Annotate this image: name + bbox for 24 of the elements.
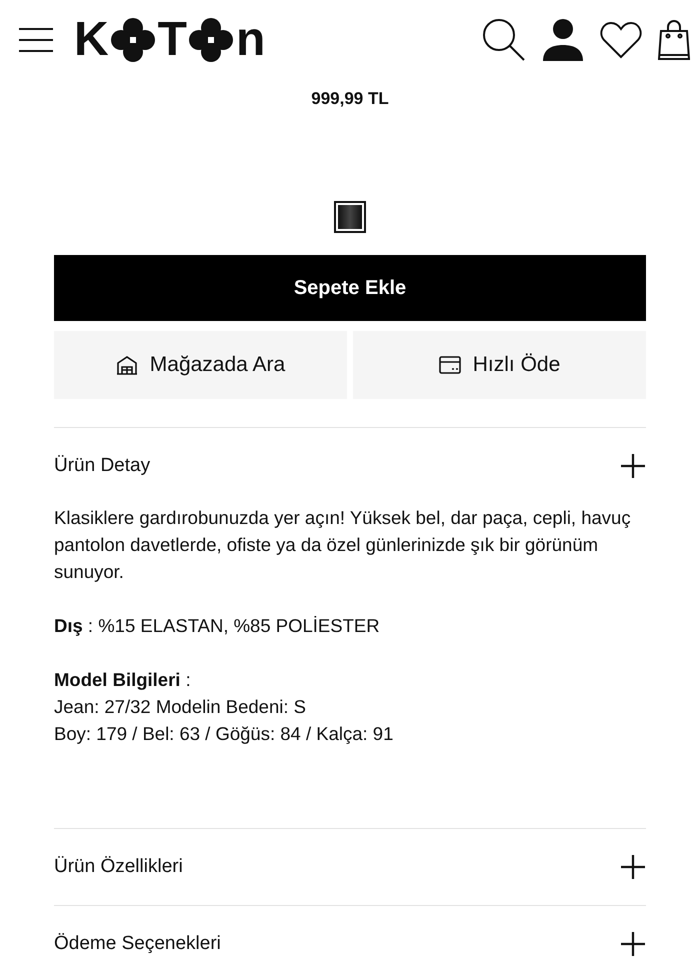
- price: 999,99 TL: [310, 89, 390, 109]
- flower-icon: [110, 17, 156, 63]
- search-icon[interactable]: [482, 18, 526, 62]
- flower-icon: [188, 17, 234, 63]
- add-to-cart-button[interactable]: Sepete Ekle: [54, 255, 646, 321]
- plus-icon: [620, 931, 646, 957]
- plus-icon: [620, 453, 646, 479]
- store-icon: [116, 355, 138, 375]
- find-in-store-button[interactable]: Mağazada Ara: [54, 331, 347, 399]
- color-swatch[interactable]: [334, 201, 366, 233]
- description-text: Dış : %15 ELASTAN, %85 POLİESTER: [54, 614, 381, 638]
- card-icon: [438, 356, 461, 374]
- heart-icon[interactable]: [600, 21, 642, 59]
- user-icon[interactable]: [542, 19, 584, 61]
- menu-icon[interactable]: [18, 27, 54, 53]
- plus-icon: [620, 854, 646, 880]
- description-text: Klasiklere gardırobunuzda yer açın! Yüksek bel, dar paça, cepli, havuç pantolon davetlerde, ofiste ya da özel günlerinizde şık bir görünüm sunuyor.: [54, 506, 632, 584]
- accordion-header[interactable]: Ürün Özellikleri: [54, 829, 646, 905]
- description-text: Model Bilgileri : Jean: 27/32 Modelin Bedeni: S Boy: 179 / Bel: 63 / Göğüs: 84 / Kalça: 91: [54, 668, 394, 746]
- accordion-header[interactable]: Ürün Detay: [54, 428, 646, 504]
- quick-pay-button[interactable]: Hızlı Öde: [353, 331, 646, 399]
- accordion-header[interactable]: Ödeme Seçenekleri: [54, 906, 646, 980]
- bag-icon[interactable]: [658, 19, 690, 61]
- logo[interactable]: K T n: [74, 16, 264, 64]
